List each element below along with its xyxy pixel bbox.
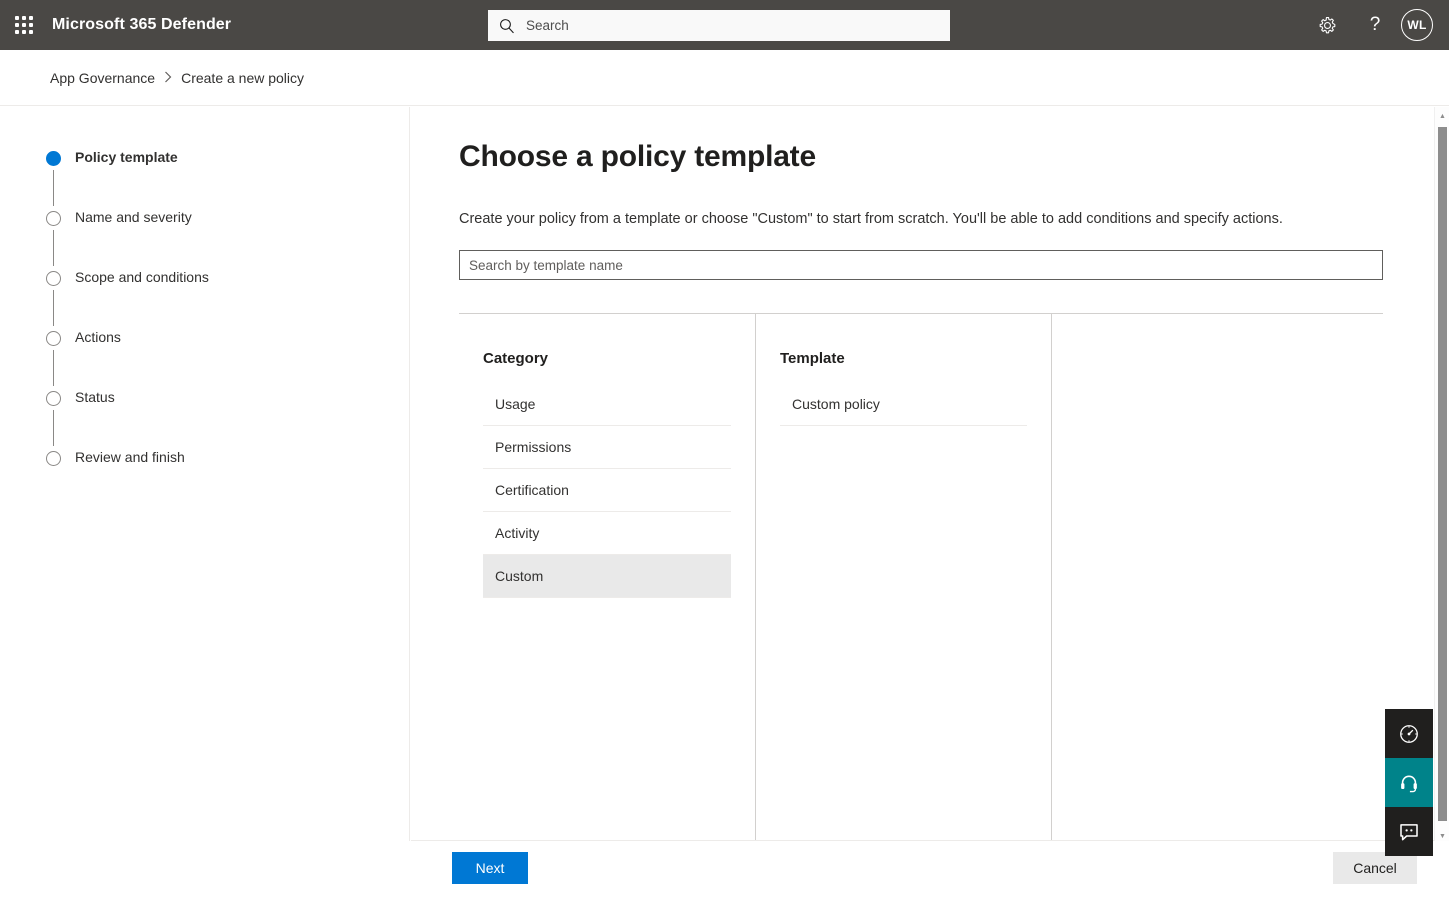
waffle-grid-icon	[15, 16, 33, 34]
category-option-custom[interactable]: Custom	[483, 555, 731, 598]
breadcrumb: App Governance Create a new policy	[0, 50, 1449, 106]
next-button[interactable]: Next	[452, 852, 528, 884]
headset-support-icon	[1401, 775, 1417, 792]
wizard-step-review-and-finish[interactable]: Review and finish	[46, 447, 409, 507]
breadcrumb-item-app-governance[interactable]: App Governance	[50, 70, 155, 86]
floating-side-widgets	[1385, 709, 1433, 856]
chevron-right-icon	[164, 71, 172, 85]
feedback-chat-icon	[1400, 823, 1418, 840]
performance-gauge-button[interactable]	[1385, 709, 1433, 758]
category-option-label: Permissions	[495, 439, 572, 455]
step-indicator-icon	[46, 451, 61, 466]
wizard-step-actions[interactable]: Actions	[46, 327, 409, 387]
question-mark-icon: ?	[1369, 14, 1381, 35]
step-indicator-icon	[46, 391, 61, 406]
step-indicator-icon	[46, 331, 61, 346]
gear-icon	[1319, 16, 1335, 33]
settings-button[interactable]	[1303, 0, 1351, 50]
avatar[interactable]: WL	[1401, 9, 1433, 41]
step-indicator-icon	[46, 271, 61, 286]
category-option-usage[interactable]: Usage	[483, 383, 731, 426]
scrollbar-thumb[interactable]	[1438, 127, 1447, 821]
step-indicator-icon	[46, 211, 61, 226]
category-column-heading: Category	[483, 350, 549, 367]
step-indicator-icon	[46, 151, 61, 166]
category-option-label: Certification	[495, 482, 569, 498]
support-button[interactable]	[1385, 758, 1433, 807]
wizard-step-label: Scope and conditions	[75, 269, 209, 285]
category-column: Category Usage Permissions Certification…	[459, 314, 756, 840]
category-option-label: Custom	[495, 568, 544, 584]
suite-header-actions: ? WL	[1303, 0, 1449, 50]
wizard-step-status[interactable]: Status	[46, 387, 409, 447]
feedback-button[interactable]	[1385, 807, 1433, 856]
step-connector-line	[53, 350, 54, 386]
wizard-step-sidebar: Policy template Name and severity Scope …	[0, 107, 410, 841]
global-search-box[interactable]: Search	[488, 10, 950, 41]
step-connector-line	[53, 170, 54, 206]
template-details-column	[1052, 314, 1383, 840]
page-title: Choose a policy template	[459, 140, 816, 173]
waffle-menu-button[interactable]	[0, 0, 48, 50]
wizard-footer: Next Cancel	[0, 841, 1449, 904]
app-title: Microsoft 365 Defender	[52, 16, 232, 33]
wizard-step-label: Review and finish	[75, 449, 185, 465]
category-option-label: Usage	[495, 396, 536, 412]
page-description: Create your policy from a template or ch…	[459, 211, 1283, 227]
template-picker: Category Usage Permissions Certification…	[459, 313, 1383, 840]
wizard-step-list: Policy template Name and severity Scope …	[46, 147, 409, 507]
scroll-up-arrow-icon[interactable]: ▲	[1435, 109, 1449, 124]
help-button[interactable]: ?	[1351, 0, 1399, 50]
category-option-permissions[interactable]: Permissions	[483, 426, 731, 469]
step-connector-line	[53, 290, 54, 326]
main-content-pane: Choose a policy template Create your pol…	[411, 107, 1434, 841]
suite-header-bar: Microsoft 365 Defender Search ? WL	[0, 0, 1449, 50]
template-option-list: Custom policy	[780, 383, 1027, 426]
global-search-placeholder: Search	[526, 18, 569, 33]
vertical-scrollbar[interactable]: ▲ ▼	[1434, 107, 1449, 841]
breadcrumb-item-create-a-new-policy[interactable]: Create a new policy	[181, 70, 304, 86]
wizard-step-label: Policy template	[75, 149, 178, 165]
wizard-step-policy-template[interactable]: Policy template	[46, 147, 409, 207]
template-option-custom-policy[interactable]: Custom policy	[780, 383, 1027, 426]
template-search-placeholder: Search by template name	[469, 257, 623, 273]
gauge-icon	[1400, 724, 1418, 743]
step-connector-line	[53, 230, 54, 266]
wizard-step-label: Actions	[75, 329, 121, 345]
category-option-activity[interactable]: Activity	[483, 512, 731, 555]
wizard-step-scope-and-conditions[interactable]: Scope and conditions	[46, 267, 409, 327]
template-search-input[interactable]: Search by template name	[459, 250, 1383, 280]
step-connector-line	[53, 410, 54, 446]
search-icon	[500, 18, 514, 33]
category-option-certification[interactable]: Certification	[483, 469, 731, 512]
category-option-label: Activity	[495, 525, 540, 541]
template-column: Template Custom policy	[756, 314, 1052, 840]
template-option-label: Custom policy	[792, 396, 880, 412]
wizard-step-label: Name and severity	[75, 209, 192, 225]
wizard-step-name-and-severity[interactable]: Name and severity	[46, 207, 409, 267]
cancel-button[interactable]: Cancel	[1333, 852, 1417, 884]
template-column-heading: Template	[780, 350, 845, 367]
wizard-step-label: Status	[75, 389, 115, 405]
category-option-list: Usage Permissions Certification Activity…	[483, 383, 731, 598]
